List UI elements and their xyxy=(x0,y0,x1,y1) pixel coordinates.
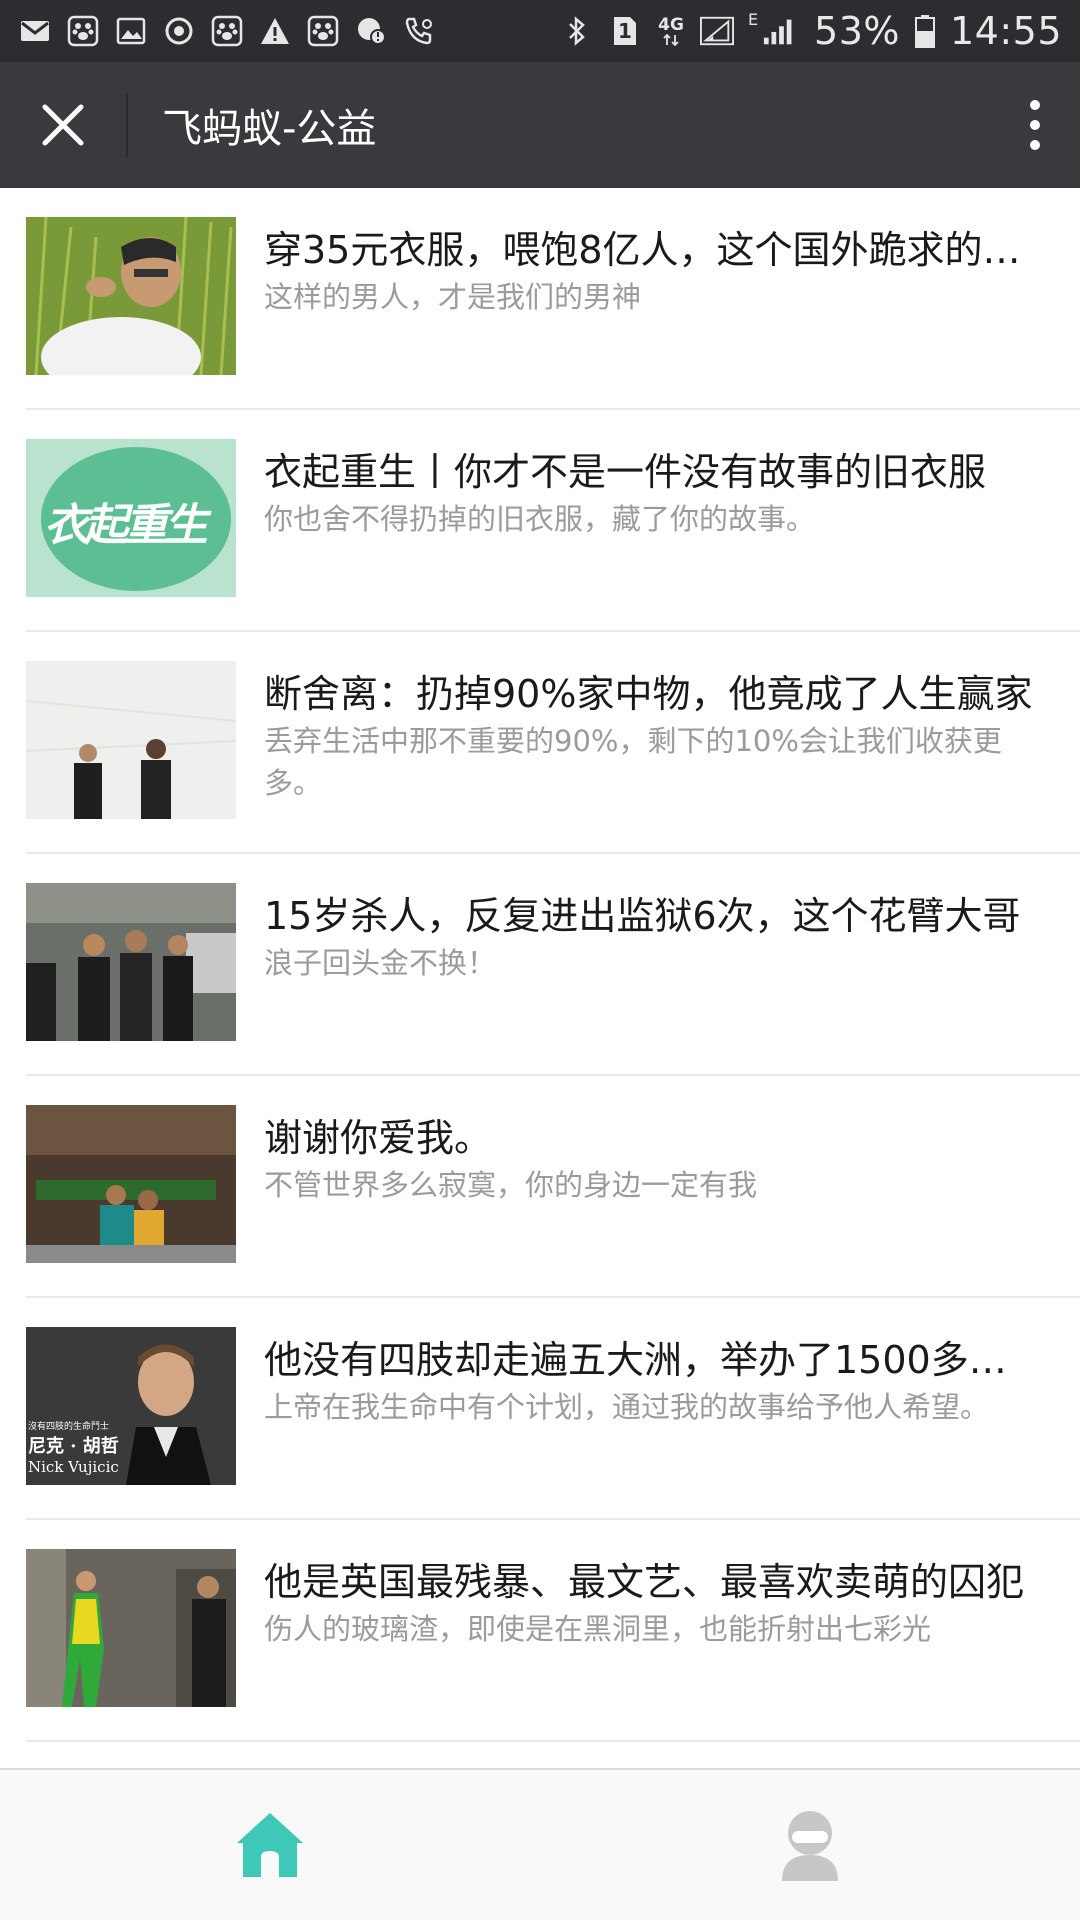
list-item[interactable]: 他是英国最残暴、最文艺、最喜欢卖萌的囚犯 伤人的玻璃渣，即使是在黑洞里，也能折射… xyxy=(26,1520,1080,1742)
bluetooth-icon xyxy=(560,14,594,48)
thumbnail-image xyxy=(26,1105,236,1263)
mail-icon xyxy=(18,14,52,48)
thumbnail-caption: 沒有四肢的生命鬥士 尼克 · 胡哲 Nick Vujicic xyxy=(28,1419,119,1476)
signal-icon xyxy=(700,14,735,48)
status-bar-notifications xyxy=(18,14,436,48)
article-desc: 上帝在我生命中有个计划，通过我的故事给予他人希望。 xyxy=(264,1390,990,1424)
chat-alert-icon xyxy=(354,14,388,48)
list-item[interactable]: 衣起重生 衣起重生丨你才不是一件没有故事的旧衣服 你也舍不得扔掉的旧衣服，藏了你… xyxy=(26,410,1080,632)
thumbnail-image xyxy=(26,217,236,375)
baidu-paw-icon xyxy=(210,14,244,48)
list-item[interactable]: 沒有四肢的生命鬥士 尼克 · 胡哲 Nick Vujicic 他没有四肢却走遍五… xyxy=(26,1298,1080,1520)
article-text: 断舍离：扔掉90%家中物，他竟成了人生赢家 丢弃生活中那不重要的90%，剩下的1… xyxy=(264,670,1044,804)
thumbnail-image xyxy=(26,661,236,819)
caption-line: 尼克 · 胡哲 xyxy=(28,1436,119,1457)
clock: 14:55 xyxy=(949,9,1062,53)
article-desc: 浪子回头金不换！ xyxy=(264,946,497,980)
article-desc: 丢弃生活中那不重要的90%，剩下的10%会让我们收获更多。 xyxy=(264,724,1002,800)
baidu-paw-icon xyxy=(66,14,100,48)
sim-1-icon: 1 xyxy=(608,14,642,48)
image-icon xyxy=(114,14,148,48)
profile-icon xyxy=(782,1811,838,1881)
article-desc: 伤人的玻璃渣，即使是在黑洞里，也能折射出七彩光 xyxy=(264,1612,932,1646)
sim-label: 1 xyxy=(618,19,632,43)
network-label: 4G xyxy=(658,14,684,35)
battery-percent: 53% xyxy=(814,9,900,53)
status-bar: 1 4G E 53% 14:55 xyxy=(0,0,1080,62)
list-item[interactable]: 断舍离：扔掉90%家中物，他竟成了人生赢家 丢弃生活中那不重要的90%，剩下的1… xyxy=(26,632,1080,854)
article-text: 衣起重生丨你才不是一件没有故事的旧衣服 你也舍不得扔掉的旧衣服，藏了你的故事。 xyxy=(264,448,1044,540)
article-title: 15岁杀人，反复进出监狱6次，这个花臂大哥 xyxy=(264,894,1021,938)
caption-line: Nick Vujicic xyxy=(28,1458,119,1476)
edge-signal-icon: E xyxy=(748,10,800,48)
article-desc: 这样的男人，才是我们的男神 xyxy=(264,280,642,314)
article-title: 穿35元衣服，喂饱8亿人，这个国外跪求的中国人 xyxy=(264,228,1044,272)
thumbnail-image xyxy=(26,1549,236,1707)
page-title: 飞蚂蚁-公益 xyxy=(162,106,377,152)
article-title: 断舍离：扔掉90%家中物，他竟成了人生赢家 xyxy=(264,672,1033,716)
4g-icon: 4G xyxy=(656,14,686,48)
article-desc: 你也舍不得扔掉的旧衣服，藏了你的故事。 xyxy=(264,502,816,536)
article-text: 谢谢你爱我。 不管世界多么寂寞，你的身边一定有我 xyxy=(264,1114,1044,1206)
article-title: 他没有四肢却走遍五大洲，举办了1500多场演讲 xyxy=(264,1338,1044,1382)
more-vertical-icon xyxy=(1030,100,1040,150)
article-text: 他没有四肢却走遍五大洲，举办了1500多场演讲 上帝在我生命中有个计划，通过我的… xyxy=(264,1336,1044,1428)
article-list: 穿35元衣服，喂饱8亿人，这个国外跪求的中国人 这样的男人，才是我们的男神 衣起… xyxy=(0,188,1080,1742)
warning-icon xyxy=(258,14,292,48)
nav-divider xyxy=(126,93,128,157)
article-text: 15岁杀人，反复进出监狱6次，这个花臂大哥 浪子回头金不换！ xyxy=(264,892,1044,984)
edge-label: E xyxy=(748,10,759,29)
home-icon xyxy=(237,1813,303,1877)
list-item[interactable]: 15岁杀人，反复进出监狱6次，这个花臂大哥 浪子回头金不换！ xyxy=(26,854,1080,1076)
sync-icon xyxy=(162,14,196,48)
baidu-paw-icon xyxy=(306,14,340,48)
list-item[interactable]: 穿35元衣服，喂饱8亿人，这个国外跪求的中国人 这样的男人，才是我们的男神 xyxy=(26,188,1080,410)
article-title: 他是英国最残暴、最文艺、最喜欢卖萌的囚犯 xyxy=(264,1560,1025,1604)
tab-home[interactable] xyxy=(0,1770,540,1920)
close-button[interactable] xyxy=(0,62,126,188)
tab-profile[interactable] xyxy=(540,1770,1080,1920)
list-item[interactable]: 谢谢你爱我。 不管世界多么寂寞，你的身边一定有我 xyxy=(26,1076,1080,1298)
article-title: 谢谢你爱我。 xyxy=(264,1116,493,1160)
article-title: 衣起重生丨你才不是一件没有故事的旧衣服 xyxy=(264,450,987,494)
more-button[interactable] xyxy=(990,62,1080,188)
close-icon xyxy=(42,104,84,146)
article-text: 穿35元衣服，喂饱8亿人，这个国外跪求的中国人 这样的男人，才是我们的男神 xyxy=(264,226,1044,318)
article-desc: 不管世界多么寂寞，你的身边一定有我 xyxy=(264,1168,758,1202)
battery-icon xyxy=(914,14,936,48)
nav-bar: 飞蚂蚁-公益 xyxy=(0,62,1080,188)
thumbnail-image: 沒有四肢的生命鬥士 尼克 · 胡哲 Nick Vujicic xyxy=(26,1327,236,1485)
thumbnail-image: 衣起重生 xyxy=(26,439,236,597)
status-bar-system: 1 4G E 53% 14:55 xyxy=(560,9,1062,53)
caption-line: 沒有四肢的生命鬥士 xyxy=(28,1422,110,1432)
thumbnail-image xyxy=(26,883,236,1041)
thumbnail-logo-text: 衣起重生 xyxy=(44,500,208,551)
tab-bar xyxy=(0,1768,1080,1920)
article-text: 他是英国最残暴、最文艺、最喜欢卖萌的囚犯 伤人的玻璃渣，即使是在黑洞里，也能折射… xyxy=(264,1558,1044,1650)
phone-icon xyxy=(402,14,436,48)
